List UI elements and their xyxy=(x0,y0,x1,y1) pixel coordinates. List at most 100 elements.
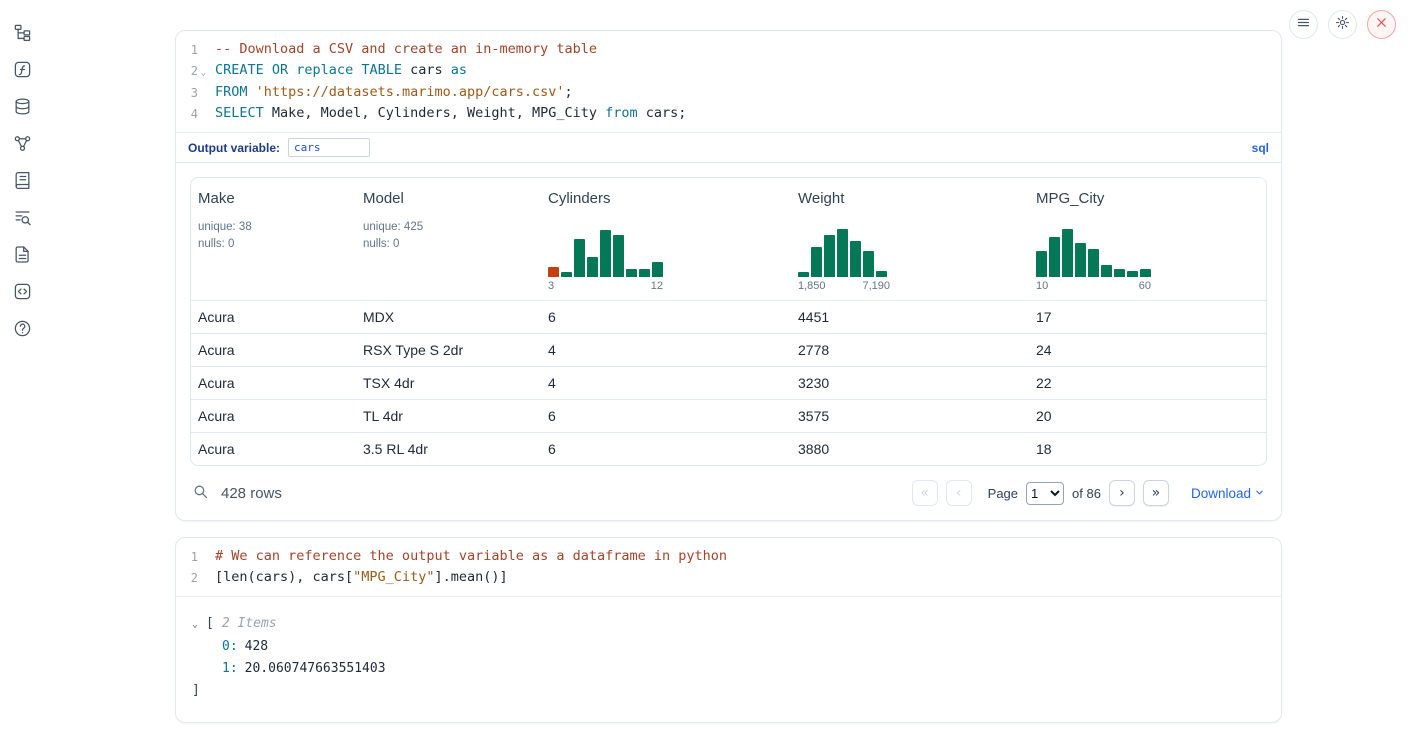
table-footer: 428 rows « ‹ Page 1 of 86 › » Download xyxy=(176,470,1281,520)
fold-spacer xyxy=(198,104,209,125)
tree-close-row: ] xyxy=(192,680,1265,702)
tree-entry: 0: 428 xyxy=(192,636,1265,658)
fold-spacer xyxy=(198,83,209,104)
histogram-bar xyxy=(1088,249,1099,277)
histogram-axis-labels: 10 60 xyxy=(1036,280,1151,292)
line-number: 1 xyxy=(176,40,198,61)
tree-root-row: ⌄ [ 2 Items xyxy=(192,613,1265,636)
collapse-toggle-icon[interactable]: ⌄ xyxy=(192,614,206,636)
sidebar xyxy=(0,0,44,729)
tree-entry: 1: 20.060747663551403 xyxy=(192,658,1265,680)
chevron-left-icon: ‹ xyxy=(956,485,962,501)
download-button[interactable]: Download xyxy=(1191,485,1265,501)
gear-icon xyxy=(1335,15,1350,35)
chevron-down-icon xyxy=(1254,485,1265,501)
code-line: 4SELECT Make, Model, Cylinders, Weight, … xyxy=(176,104,1281,125)
database-icon[interactable] xyxy=(12,96,32,116)
scratchpad-function-icon[interactable] xyxy=(12,59,32,79)
output-variable-input[interactable] xyxy=(288,138,370,157)
column-header-cylinders[interactable]: Cylinders 3 12 xyxy=(541,178,791,300)
line-number: 4 xyxy=(176,104,198,125)
first-page-button[interactable]: « xyxy=(912,480,938,506)
table-row: Acura RSX Type S 2dr 4 2778 24 xyxy=(191,333,1266,366)
histogram-bar xyxy=(1114,269,1125,277)
column-header-mpg-city[interactable]: MPG_City 10 60 xyxy=(1029,178,1266,300)
code-line: 3FROM 'https://datasets.marimo.app/cars.… xyxy=(176,83,1281,104)
histogram-bar xyxy=(876,271,887,277)
column-header-make[interactable]: Make unique: 38 nulls: 0 xyxy=(191,178,356,300)
column-header-model[interactable]: Model unique: 425 nulls: 0 xyxy=(356,178,541,300)
chevron-right-icon: › xyxy=(1119,485,1125,501)
page-select[interactable]: 1 xyxy=(1026,482,1064,505)
histogram-bar xyxy=(1140,269,1151,277)
code-line: 2[len(cars), cars["MPG_City"].mean()] xyxy=(176,568,1281,589)
python-output: ⌄ [ 2 Items 0: 428 1: 20.060747663551403… xyxy=(176,596,1281,722)
fold-chevron-icon[interactable]: ⌄ xyxy=(198,61,209,84)
histogram-axis-labels: 3 12 xyxy=(548,280,663,292)
help-icon[interactable] xyxy=(12,318,32,338)
histogram-bar xyxy=(587,257,598,277)
histogram-bar xyxy=(639,269,650,277)
histogram-bar xyxy=(837,229,848,277)
fold-spacer xyxy=(198,568,209,589)
histogram-bar xyxy=(798,272,809,277)
document-icon[interactable] xyxy=(12,244,32,264)
chevrons-left-icon: « xyxy=(920,485,929,501)
histogram-bar xyxy=(1049,237,1060,277)
histogram-bar xyxy=(824,235,835,277)
close-icon xyxy=(1374,15,1389,35)
line-number: 3 xyxy=(176,83,198,104)
cylinders-histogram xyxy=(548,227,663,277)
fold-spacer xyxy=(198,547,209,568)
histogram-bar xyxy=(811,247,822,277)
close-bracket: ] xyxy=(192,680,200,702)
notebook-icon[interactable] xyxy=(12,170,32,190)
mpg-city-histogram xyxy=(1036,227,1151,277)
page-label: Page xyxy=(988,486,1018,501)
previous-page-button[interactable]: ‹ xyxy=(946,480,972,506)
search-icon xyxy=(192,483,209,503)
fold-spacer xyxy=(198,40,209,61)
histogram-bar xyxy=(626,269,637,277)
column-header-weight[interactable]: Weight 1,850 7,190 xyxy=(791,178,1029,300)
close-button[interactable] xyxy=(1367,10,1396,39)
tree-entry-value: 20.060747663551403 xyxy=(245,658,386,680)
row-count-label: 428 rows xyxy=(221,485,282,502)
python-code-editor[interactable]: 1# We can reference the output variable … xyxy=(176,538,1281,596)
histogram-bar xyxy=(1062,229,1073,277)
column-stats: unique: 425 nulls: 0 xyxy=(363,219,537,252)
line-number: 2 xyxy=(176,568,198,589)
search-button[interactable] xyxy=(192,483,209,503)
tree-entry-value: 428 xyxy=(245,636,268,658)
next-page-button[interactable]: › xyxy=(1109,480,1135,506)
logs-search-icon[interactable] xyxy=(12,207,32,227)
menu-icon xyxy=(1296,15,1311,35)
menu-button[interactable] xyxy=(1289,10,1318,39)
page-total-label: of 86 xyxy=(1072,486,1101,501)
language-badge: sql xyxy=(1252,141,1269,155)
table-row: Acura TL 4dr 6 3575 20 xyxy=(191,399,1266,432)
data-table: Make unique: 38 nulls: 0 Model unique: 4… xyxy=(190,177,1267,466)
settings-button[interactable] xyxy=(1328,10,1357,39)
weight-histogram xyxy=(798,227,890,277)
histogram-bar xyxy=(1036,251,1047,277)
table-row: Acura TSX 4dr 4 3230 22 xyxy=(191,366,1266,399)
last-page-button[interactable]: » xyxy=(1143,480,1169,506)
histogram-axis-labels: 1,850 7,190 xyxy=(798,280,890,292)
dependency-graph-icon[interactable] xyxy=(12,133,32,153)
code-line: 1-- Download a CSV and create an in-memo… xyxy=(176,40,1281,61)
topbar xyxy=(1289,10,1396,39)
python-cell: 1# We can reference the output variable … xyxy=(175,537,1282,723)
histogram-bar xyxy=(613,235,624,277)
table-header: Make unique: 38 nulls: 0 Model unique: 4… xyxy=(191,178,1266,300)
table-row: Acura MDX 6 4451 17 xyxy=(191,300,1266,333)
chevrons-right-icon: » xyxy=(1152,485,1161,501)
histogram-bar xyxy=(574,239,585,277)
sql-code-editor[interactable]: 1-- Download a CSV and create an in-memo… xyxy=(176,31,1281,132)
snippets-code-icon[interactable] xyxy=(12,281,32,301)
table-output: Make unique: 38 nulls: 0 Model unique: 4… xyxy=(176,163,1281,470)
file-tree-icon[interactable] xyxy=(12,22,32,42)
histogram-bar xyxy=(1127,271,1138,277)
items-count-label: 2 Items xyxy=(222,613,277,635)
table-row: Acura 3.5 RL 4dr 6 3880 18 xyxy=(191,432,1266,465)
